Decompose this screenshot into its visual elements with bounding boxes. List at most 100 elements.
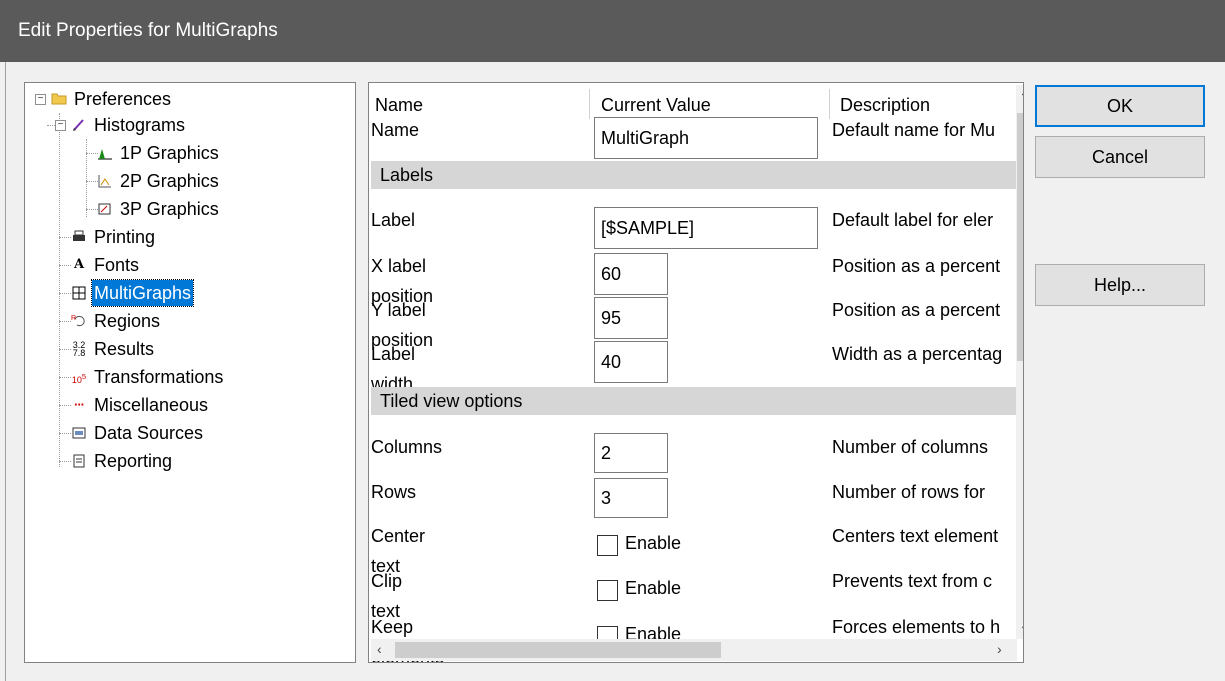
label-field[interactable]: [$SAMPLE] (594, 207, 818, 249)
dialog-edge (5, 62, 6, 681)
field-value: 95 (601, 307, 622, 328)
1p-graphics-icon (97, 145, 113, 161)
property-description: Prevents text from c (832, 571, 993, 591)
tree-item-label: Results (94, 339, 155, 359)
tree-item-miscellaneous[interactable]: ··· Miscellaneous (71, 392, 210, 418)
scroll-right-icon[interactable]: › (997, 641, 1002, 657)
tree-item-fonts[interactable]: A Fonts (71, 252, 141, 278)
tree-item-label: Regions (94, 311, 161, 331)
columns-field[interactable]: 2 (594, 433, 668, 473)
column-divider[interactable] (589, 89, 590, 119)
svg-text:R: R (71, 315, 76, 322)
tree-item-label: Miscellaneous (94, 395, 209, 415)
tree-item-1p-graphics[interactable]: 1P Graphics (97, 140, 221, 166)
property-description: Width as a percentag (832, 344, 1003, 364)
tree-item-label: Histograms (94, 115, 186, 135)
tree-line (59, 461, 71, 462)
property-name: Name (371, 120, 420, 140)
tree-item-regions[interactable]: R Regions (71, 308, 162, 334)
clip-text-checkbox[interactable] (597, 580, 618, 601)
x-label-position-field[interactable]: 60 (594, 253, 668, 295)
column-divider[interactable] (829, 89, 830, 119)
tree-item-label: Preferences (74, 89, 172, 109)
label-width-field[interactable]: 40 (594, 341, 668, 383)
tree-line (59, 265, 71, 266)
reporting-icon (71, 453, 87, 469)
2p-graphics-icon (97, 173, 113, 189)
field-value: 40 (601, 351, 622, 372)
tree-item-printing[interactable]: Printing (71, 224, 157, 250)
tree-item-3p-graphics[interactable]: 3P Graphics (97, 196, 221, 222)
name-field[interactable]: MultiGraph (594, 117, 818, 159)
tree-item-label: Fonts (94, 255, 140, 275)
horizontal-scrollbar[interactable]: ‹ › (371, 639, 1017, 661)
tree-item-label: Transformations (94, 367, 224, 387)
column-header-value[interactable]: Current Value (601, 91, 711, 119)
property-description: Default label for eler (832, 210, 994, 230)
center-text-checkbox[interactable] (597, 535, 618, 556)
property-description: Default name for Mu (832, 120, 996, 140)
tree-line (86, 139, 87, 217)
property-description: Position as a percent (832, 300, 1001, 320)
transformations-icon: 105 (71, 372, 87, 385)
checkbox-label[interactable]: Enable (625, 578, 681, 599)
tree-item-label: 2P Graphics (120, 171, 219, 191)
scroll-left-icon[interactable]: ‹ (377, 641, 382, 657)
tree-item-label: 3P Graphics (120, 199, 219, 219)
checkbox-label[interactable]: Enable (625, 533, 681, 554)
property-name: Rows (371, 482, 417, 502)
vertical-scrollbar[interactable]: ⌃ ⌄ (1016, 85, 1023, 639)
preferences-tree[interactable]: − Preferences − Histograms 1P Graphics 2… (24, 82, 356, 663)
collapse-icon[interactable]: − (55, 120, 66, 131)
ok-button[interactable]: OK (1035, 85, 1205, 127)
vertical-scroll-thumb[interactable] (1017, 113, 1023, 361)
regions-icon: R (71, 313, 87, 329)
property-description: Number of columns (832, 437, 989, 457)
window-title: Edit Properties for MultiGraphs (18, 20, 278, 41)
tree-line (59, 377, 71, 378)
scroll-down-icon[interactable]: ⌄ (1019, 617, 1023, 634)
property-description: Position as a percent (832, 256, 1001, 276)
data-sources-icon (71, 425, 87, 441)
tree-item-label: MultiGraphs (90, 279, 195, 307)
tree-line (59, 113, 60, 467)
field-value: 2 (601, 442, 612, 463)
results-icon: 3.2 7.8 (72, 340, 86, 358)
property-description: Centers text element (832, 526, 999, 546)
tree-item-2p-graphics[interactable]: 2P Graphics (97, 168, 221, 194)
tree-line (47, 125, 55, 126)
font-icon: A (73, 257, 85, 272)
tree-item-label: Printing (94, 227, 156, 247)
tree-item-histograms[interactable]: Histograms (71, 112, 187, 138)
label-field-value: [$SAMPLE] (601, 217, 695, 238)
multigraph-icon (71, 285, 87, 301)
rows-field[interactable]: 3 (594, 478, 668, 518)
tree-item-results[interactable]: 3.2 7.8 Results (71, 336, 156, 362)
collapse-icon[interactable]: − (35, 94, 46, 105)
scroll-up-icon[interactable]: ⌃ (1019, 89, 1023, 106)
tree-line (59, 293, 71, 294)
cancel-button[interactable]: Cancel (1035, 136, 1205, 178)
title-bar: Edit Properties for MultiGraphs (0, 0, 1225, 62)
property-description: Number of rows for (832, 482, 986, 502)
printer-icon (71, 229, 87, 245)
tree-item-label: 1P Graphics (120, 143, 219, 163)
tree-item-preferences[interactable]: Preferences (51, 86, 173, 112)
folder-icon (51, 91, 67, 107)
help-button[interactable]: Help... (1035, 264, 1205, 306)
tree-item-multigraphs[interactable]: MultiGraphs (71, 279, 195, 307)
property-name: Label (371, 210, 416, 230)
tree-line (59, 433, 71, 434)
tree-line (59, 405, 71, 406)
tree-item-data-sources[interactable]: Data Sources (71, 420, 205, 446)
y-label-position-field[interactable]: 95 (594, 297, 668, 339)
tree-item-reporting[interactable]: Reporting (71, 448, 174, 474)
tree-line (59, 237, 71, 238)
tree-item-label: Reporting (94, 451, 173, 471)
tree-item-transformations[interactable]: 105 Transformations (71, 364, 225, 390)
tree-line (59, 321, 71, 322)
property-grid[interactable]: Name Current Value Description Name Mult… (368, 82, 1024, 663)
horizontal-scroll-thumb[interactable] (395, 642, 721, 658)
3p-graphics-icon (97, 201, 113, 217)
property-name: Columns (371, 437, 443, 457)
